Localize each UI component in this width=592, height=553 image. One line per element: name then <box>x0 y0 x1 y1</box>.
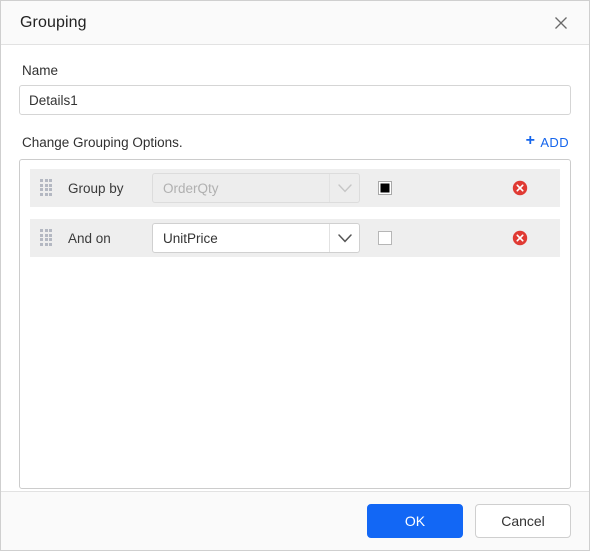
ok-button[interactable]: OK <box>367 504 463 538</box>
grouping-row-checkbox-cell <box>360 231 430 245</box>
options-header: Change Grouping Options. + ADD <box>19 132 571 150</box>
add-label: ADD <box>540 134 569 150</box>
add-grouping-button[interactable]: + ADD <box>525 132 569 150</box>
delete-circle-icon[interactable] <box>512 230 528 246</box>
grouping-row: Group by OrderQty <box>30 169 560 207</box>
grouping-row-label: And on <box>68 230 111 246</box>
group-header-checkbox[interactable] <box>378 181 392 195</box>
close-icon[interactable] <box>547 9 575 37</box>
group-header-checkbox[interactable] <box>378 231 392 245</box>
group-field-select[interactable]: UnitPrice <box>152 223 360 253</box>
group-field-select: OrderQty <box>152 173 360 203</box>
chevron-down-icon <box>329 174 359 202</box>
delete-circle-icon[interactable] <box>512 180 528 196</box>
group-field-value: OrderQty <box>163 180 219 196</box>
drag-handle-icon[interactable] <box>40 229 54 247</box>
dialog-footer: OK Cancel <box>1 491 589 550</box>
chevron-down-icon[interactable] <box>329 224 359 252</box>
options-title: Change Grouping Options. <box>22 134 183 150</box>
group-field-value: UnitPrice <box>163 230 218 246</box>
grouping-row: And on UnitPrice <box>30 219 560 257</box>
dialog-titlebar: Grouping <box>1 1 589 45</box>
drag-handle-icon[interactable] <box>40 179 54 197</box>
grouping-row-label: Group by <box>68 180 124 196</box>
cancel-button[interactable]: Cancel <box>475 504 571 538</box>
grouping-options-panel: Group by OrderQty And on UnitPrice <box>19 159 571 489</box>
grouping-dialog: Grouping Name Change Grouping Options. +… <box>0 0 590 551</box>
grouping-row-checkbox-cell <box>360 181 430 195</box>
dialog-body: Name Change Grouping Options. + ADD Grou… <box>1 45 589 491</box>
plus-icon: + <box>525 132 536 149</box>
name-label: Name <box>22 63 59 78</box>
name-input[interactable] <box>19 85 571 115</box>
dialog-title: Grouping <box>20 13 87 31</box>
